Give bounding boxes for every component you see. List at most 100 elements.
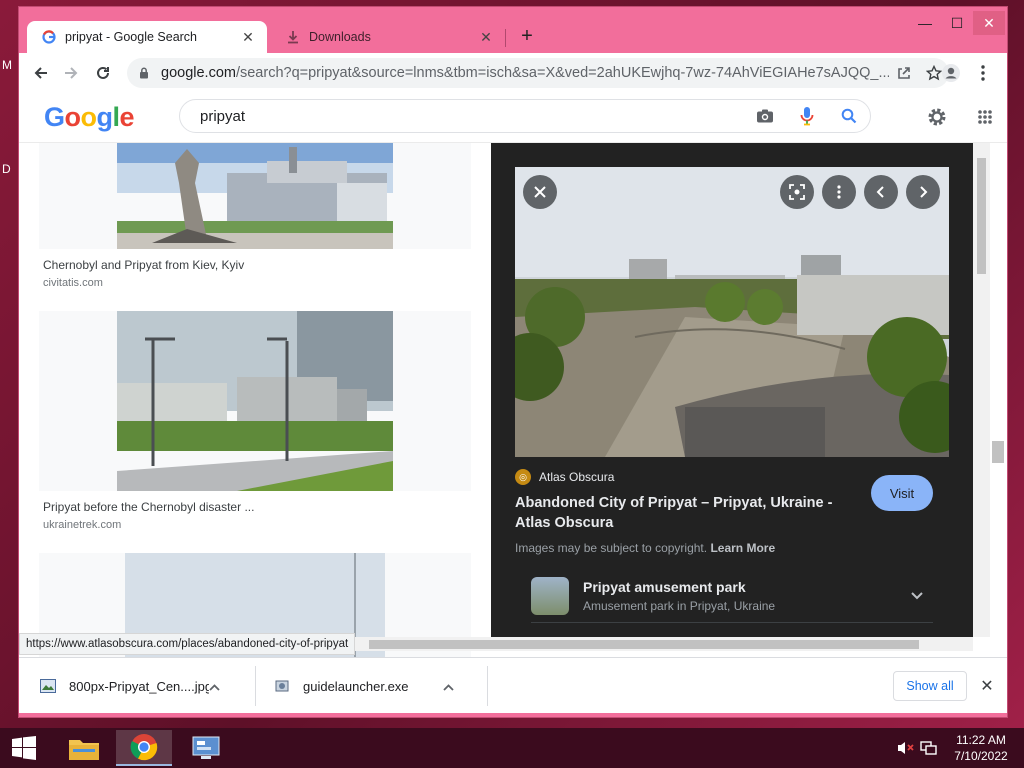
back-arrow-icon <box>34 67 47 79</box>
previous-image-button[interactable] <box>864 175 898 209</box>
search-box <box>179 99 871 133</box>
back-button[interactable] <box>27 59 55 87</box>
page-content: Google pripyat Chernobyl and Pripyat fro… <box>19 91 1007 657</box>
tab-separator <box>505 29 506 47</box>
chrome-taskbar-icon[interactable] <box>116 730 172 766</box>
volume-muted-icon[interactable] <box>896 728 914 768</box>
desktop-icon-label: M <box>2 58 12 72</box>
kebab-menu-icon <box>981 65 985 81</box>
close-preview-button[interactable] <box>523 175 557 209</box>
reload-icon <box>97 66 109 79</box>
profile-button[interactable] <box>937 59 965 87</box>
taskbar: 11:22 AM 7/10/2022 <box>0 728 1024 768</box>
close-window-button[interactable]: ✕ <box>973 11 1005 35</box>
search-input[interactable] <box>180 107 744 125</box>
control-panel-taskbar-icon[interactable] <box>178 730 234 766</box>
search-icon[interactable] <box>828 108 870 124</box>
maximize-button[interactable]: ☐ <box>941 11 973 35</box>
menu-button[interactable] <box>969 59 997 87</box>
clock-time: 11:22 AM <box>956 733 1006 747</box>
image-file-icon <box>39 677 57 695</box>
browser-window: pripyat - Google Search ✕ Downloads ✕ + … <box>18 6 1008 718</box>
network-icon[interactable] <box>920 728 938 768</box>
status-bar-url: https://www.atlasobscura.com/places/aban… <box>19 633 356 655</box>
source-name: Atlas Obscura <box>539 470 615 484</box>
forward-button[interactable] <box>57 59 85 87</box>
download-filename: guidelauncher.exe <box>303 678 409 694</box>
google-logo[interactable]: Google <box>44 102 135 133</box>
system-clock[interactable]: 11:22 AM 7/10/2022 <box>946 732 1016 764</box>
browser-toolbar: google.com/search?q=pripyat&source=lnms&… <box>19 53 1007 91</box>
lens-search-button[interactable] <box>780 175 814 209</box>
image-results: Chernobyl and Pripyat from Kiev, Kyiv ci… <box>19 143 491 657</box>
share-icon[interactable] <box>889 65 919 81</box>
chevron-left-icon <box>876 186 884 198</box>
download-item[interactable]: 800px-Pripyat_Cen....jpg <box>19 658 229 714</box>
exe-file-icon <box>273 677 291 695</box>
microphone-icon[interactable] <box>786 106 828 126</box>
download-separator <box>487 666 488 706</box>
next-image-button[interactable] <box>906 175 940 209</box>
viewer-scrollbar[interactable] <box>973 143 990 637</box>
tab-close-icon[interactable]: ✕ <box>477 28 495 46</box>
download-icon <box>285 29 301 45</box>
image-result[interactable]: Pripyat before the Chernobyl disaster ..… <box>39 311 471 531</box>
google-g-icon <box>41 29 57 45</box>
camera-icon[interactable] <box>744 108 786 124</box>
more-options-button[interactable] <box>822 175 856 209</box>
tab-google-search[interactable]: pripyat - Google Search ✕ <box>27 21 267 53</box>
download-bar: 800px-Pripyat_Cen....jpg guidelauncher.e… <box>19 657 1007 713</box>
result-title[interactable]: Chernobyl and Pripyat from Kiev, Kyiv <box>39 258 471 272</box>
tab-close-icon[interactable]: ✕ <box>239 28 257 46</box>
scrollbar-thumb[interactable] <box>977 158 986 274</box>
apps-grid-icon[interactable] <box>973 105 997 129</box>
download-filename: 800px-Pripyat_Cen....jpg <box>69 678 209 694</box>
result-thumbnail[interactable] <box>39 311 471 491</box>
address-bar[interactable]: google.com/search?q=pripyat&source=lnms&… <box>127 58 949 88</box>
related-title: Pripyat amusement park <box>583 578 746 595</box>
chevron-up-icon[interactable] <box>443 679 463 694</box>
image-result[interactable]: Chernobyl and Pripyat from Kiev, Kyiv ci… <box>39 143 471 289</box>
result-title[interactable]: Pripyat before the Chernobyl disaster ..… <box>39 500 471 514</box>
desktop-icon-label: D <box>2 162 11 176</box>
visit-button[interactable]: Visit <box>871 475 933 511</box>
chernobyl-monument-image <box>117 143 393 249</box>
chevron-up-icon[interactable] <box>209 679 229 694</box>
learn-more-link[interactable]: Learn More <box>710 541 775 555</box>
source-row[interactable]: ◎ Atlas Obscura <box>515 469 614 485</box>
result-source: civitatis.com <box>43 277 103 289</box>
close-download-bar-icon[interactable]: ✕ <box>977 676 997 696</box>
result-source: ukrainetrek.com <box>43 519 122 531</box>
page-scrollbar-thumb[interactable] <box>992 441 1004 463</box>
new-tab-button[interactable]: + <box>515 25 539 49</box>
pripyat-preview-image[interactable] <box>515 167 949 457</box>
settings-gear-icon[interactable] <box>925 105 949 129</box>
viewer-title[interactable]: Abandoned City of Pripyat – Pripyat, Ukr… <box>515 493 845 533</box>
windows-logo-icon <box>12 736 36 760</box>
chevron-down-icon[interactable] <box>911 587 923 605</box>
file-explorer-taskbar-icon[interactable] <box>56 730 112 766</box>
lens-icon <box>789 184 805 200</box>
google-header: Google <box>19 91 1007 143</box>
minimize-button[interactable]: — <box>909 11 941 35</box>
chevron-right-icon <box>920 186 928 198</box>
close-icon <box>534 186 546 198</box>
url-text: google.com/search?q=pripyat&source=lnms&… <box>161 65 889 81</box>
show-all-downloads-button[interactable]: Show all <box>893 671 967 701</box>
lock-icon <box>139 67 153 79</box>
pripyat-street-image <box>117 311 393 491</box>
atlas-obscura-favicon-icon: ◎ <box>515 469 531 485</box>
scrollbar-thumb[interactable] <box>369 640 919 649</box>
start-button[interactable] <box>0 728 48 768</box>
related-entity-row[interactable]: Pripyat amusement park Amusement park in… <box>531 569 933 623</box>
result-thumbnail[interactable] <box>39 143 471 249</box>
profile-avatar-icon <box>942 64 960 82</box>
related-thumbnail <box>531 576 569 615</box>
kebab-menu-icon <box>837 185 841 199</box>
reload-button[interactable] <box>89 59 117 87</box>
image-viewer-panel: ◎ Atlas Obscura Abandoned City of Pripya… <box>491 143 973 637</box>
tab-title: Downloads <box>309 30 371 44</box>
clock-date: 7/10/2022 <box>954 749 1008 763</box>
tab-downloads[interactable]: Downloads ✕ <box>273 21 505 53</box>
download-item[interactable]: guidelauncher.exe <box>253 658 463 714</box>
